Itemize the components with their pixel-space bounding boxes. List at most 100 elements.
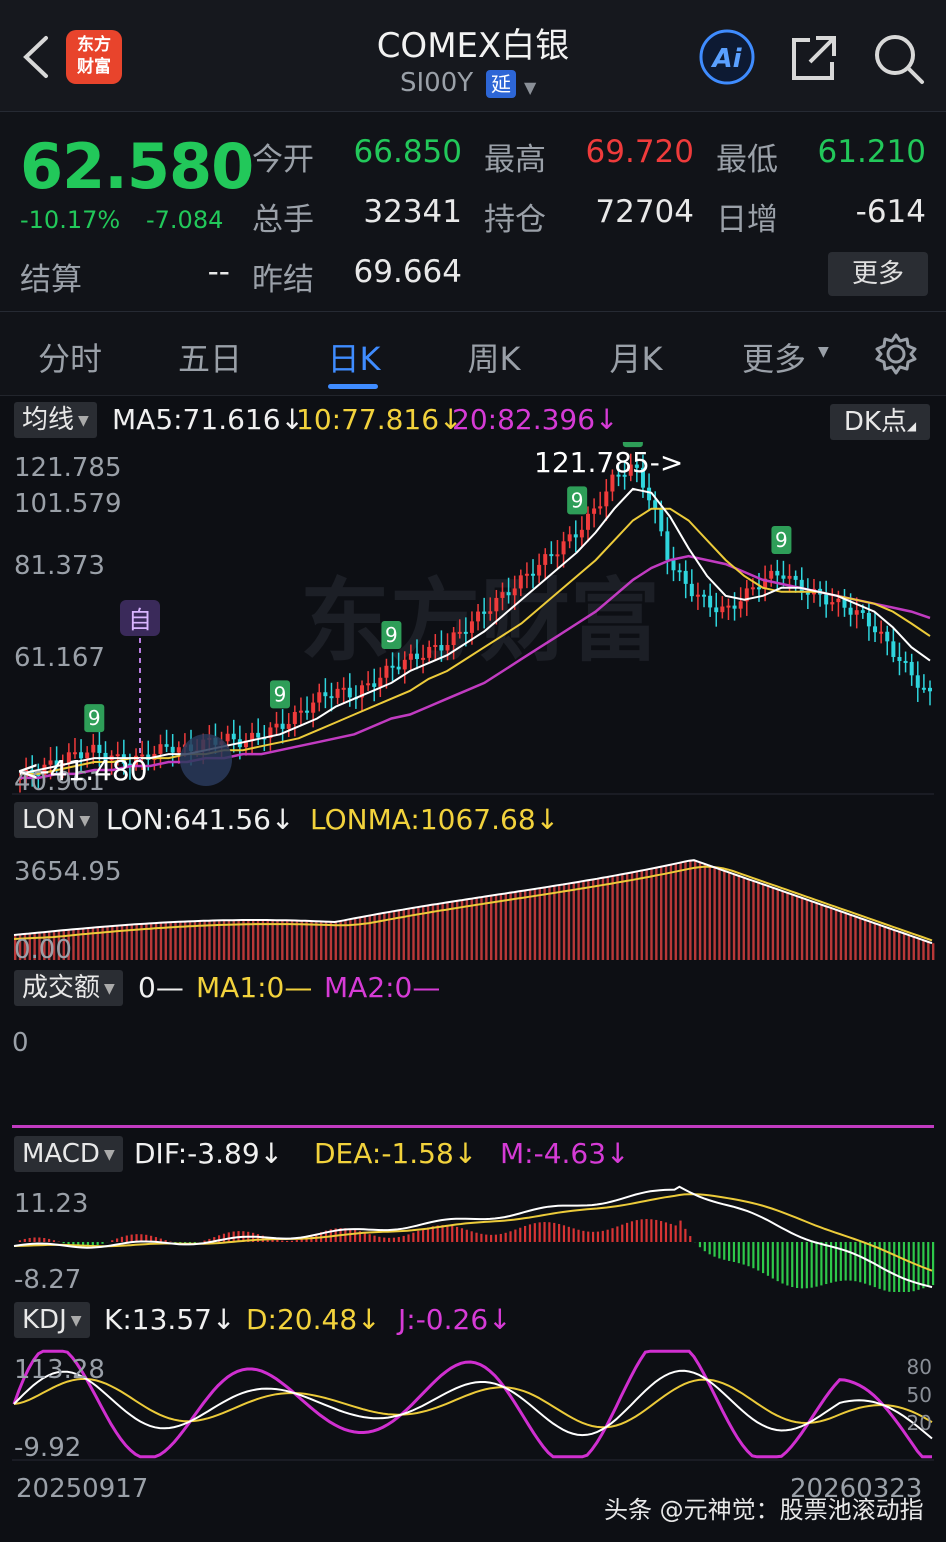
candle-body [531, 573, 536, 576]
tab-monthly-k[interactable]: 月K [576, 334, 696, 380]
candle-body [366, 683, 371, 686]
kdj-20: 20 [907, 1411, 932, 1435]
lon-bar [893, 929, 896, 960]
share-icon[interactable] [786, 30, 842, 86]
ma5-value: MA5:71.616↓ [112, 403, 305, 436]
candlestick-chart[interactable]: 东方财富 9 9 9 9 9 9 自 121.785 101.579 81.373 61.… [0, 442, 946, 796]
contract-dropdown-icon[interactable]: ▼ [524, 78, 536, 97]
open-label: 今开 [252, 142, 314, 178]
candle-body [897, 656, 902, 661]
lon-bar [261, 920, 265, 960]
macd-bar [582, 1230, 585, 1242]
macd-bar [601, 1230, 604, 1242]
macd-bar [465, 1229, 468, 1242]
candle-body [225, 733, 230, 742]
lon-bar [776, 889, 779, 960]
macd-bar [864, 1242, 867, 1284]
lon-bar [655, 867, 658, 960]
settlement-value: -- [207, 254, 230, 290]
tab-weekly-k[interactable]: 周K [434, 334, 554, 380]
candle-body [384, 665, 389, 678]
macd-bar [747, 1242, 750, 1267]
quote-more-button[interactable]: 更多 [828, 252, 928, 296]
bottom-marker-icon[interactable] [180, 734, 232, 786]
candle-body [830, 602, 835, 605]
macd-bar [655, 1219, 658, 1242]
macd-bar [626, 1222, 629, 1242]
candle-body [439, 645, 444, 651]
lon-bar [791, 894, 794, 960]
candle-body [445, 645, 450, 651]
lon-bar [305, 920, 308, 960]
lon-bar [805, 899, 809, 960]
lon-bar [834, 909, 838, 960]
macd-bar [33, 1237, 36, 1242]
candle-body [854, 610, 859, 615]
candle-body [793, 575, 798, 580]
macd-bar [669, 1223, 672, 1242]
lon-bar [932, 943, 935, 960]
settings-gear-icon[interactable] [874, 332, 918, 376]
lon-indicator-select[interactable]: LON ▼ [14, 802, 99, 838]
macd-bar [256, 1234, 260, 1242]
macd-bar [378, 1236, 381, 1242]
tab-intraday[interactable]: 分时 [10, 334, 130, 380]
lon-bar [344, 920, 347, 960]
macd-bar [538, 1222, 541, 1242]
tab-more-caret-icon[interactable]: ▼ [818, 344, 829, 360]
macd-bar [543, 1222, 546, 1242]
lon-bar [256, 920, 260, 960]
macd-indicator-select[interactable]: MACD ▼ [14, 1136, 123, 1172]
lon-bar [689, 860, 692, 960]
candle-body [683, 570, 688, 584]
ma-indicator-select[interactable]: 均线 ▼ [14, 402, 97, 438]
macd-bar [825, 1242, 828, 1285]
candle-body [176, 747, 181, 753]
contract-code[interactable]: SI00Y [400, 68, 473, 98]
candle-body [659, 509, 664, 532]
macd-bar [907, 1242, 910, 1292]
turnover-indicator-select[interactable]: 成交额 ▼ [14, 970, 123, 1006]
macd-bar [932, 1242, 935, 1286]
lon-bar [222, 920, 226, 960]
macd-bar [898, 1242, 901, 1292]
sequence-nine-label: 9 [571, 488, 584, 512]
tab-more[interactable]: 更多 [724, 334, 824, 380]
macd-bar [392, 1237, 396, 1242]
candle-body [421, 657, 426, 660]
tab-five-day[interactable]: 五日 [150, 334, 270, 380]
lon-bar [475, 898, 478, 960]
candle-body [787, 575, 792, 579]
kdj-indicator-select[interactable]: KDJ ▼ [14, 1302, 90, 1338]
lon-bar [339, 921, 342, 960]
candle-body [500, 592, 505, 598]
lon-bar [800, 897, 804, 960]
macd-bar [684, 1228, 687, 1242]
lon-chart[interactable]: 3654.95 0.00 [0, 842, 946, 964]
candle-body [714, 607, 719, 613]
candle-body [738, 601, 743, 609]
kdj-chart[interactable]: 113.28 -9.92 80 50 20 [0, 1342, 946, 1464]
lon-bar [854, 916, 857, 960]
macd-chart[interactable]: 11.23 -8.27 [0, 1176, 946, 1296]
candle-body [689, 583, 694, 597]
macd-y-max: 11.23 [14, 1189, 88, 1219]
lon-bar [616, 875, 619, 960]
lon-bar [820, 904, 823, 960]
lon-bar [242, 920, 245, 960]
candle-body [305, 710, 310, 713]
turnover-y-label: 0 [12, 1028, 29, 1058]
lon-bar [596, 878, 600, 960]
lon-bar [752, 880, 755, 960]
candle-body [604, 491, 609, 507]
dk-point-button[interactable]: DK点◢ [830, 404, 930, 440]
candle-body [573, 534, 578, 538]
lon-bar [640, 870, 643, 960]
candle-body [469, 621, 474, 633]
ai-assistant-icon[interactable]: Ai [698, 28, 756, 86]
search-icon[interactable] [870, 30, 926, 86]
tab-daily-k[interactable]: 日K [294, 334, 414, 380]
macd-bar [227, 1232, 230, 1242]
lon-bar [232, 920, 235, 960]
lon-bar [703, 863, 707, 960]
